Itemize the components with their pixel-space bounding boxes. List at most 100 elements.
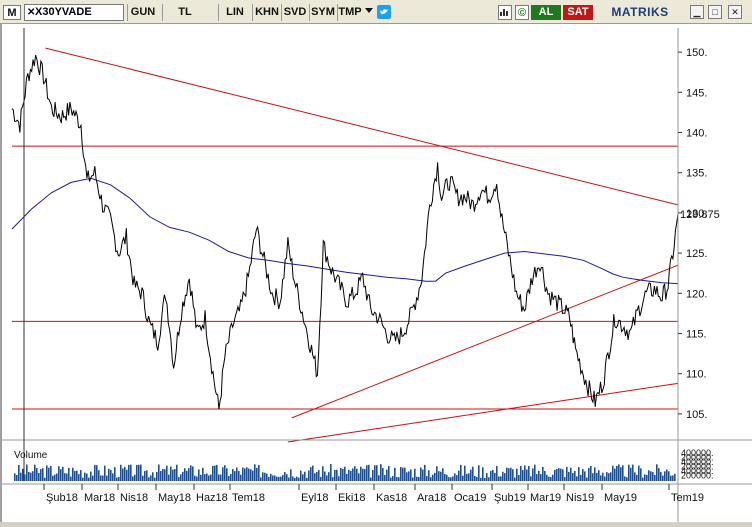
symbol-field[interactable]: ✕ X30YVADE	[24, 4, 124, 21]
volume-bar	[50, 465, 52, 481]
volume-bar	[232, 469, 234, 481]
period-button[interactable]: GUN	[128, 5, 158, 20]
volume-bar	[386, 469, 388, 481]
volume-bar	[354, 466, 356, 481]
volume-bar	[464, 465, 466, 481]
volume-bar	[210, 474, 212, 481]
volume-bar	[278, 476, 280, 481]
volume-bar	[56, 473, 58, 481]
volume-bar	[152, 472, 154, 481]
twitter-icon[interactable]	[376, 5, 392, 20]
volume-bar	[382, 467, 384, 481]
volume-bar	[80, 470, 82, 481]
volume-bar	[18, 464, 20, 481]
volume-bar	[170, 466, 172, 481]
volume-bar	[642, 477, 644, 481]
volume-bar	[618, 464, 620, 481]
tmp-button[interactable]: TMP	[337, 5, 363, 20]
svd-button[interactable]: SVD	[282, 5, 308, 20]
volume-bar	[444, 474, 446, 481]
dropdown-arrow-icon[interactable]	[363, 5, 375, 20]
volume-bar	[300, 470, 302, 481]
volume-bar	[112, 473, 114, 481]
volume-bar	[230, 474, 232, 481]
chart-type-icon[interactable]	[498, 5, 512, 20]
volume-bar	[660, 472, 662, 481]
volume-bar	[340, 467, 342, 481]
volume-bar	[546, 474, 548, 481]
close-window-icon[interactable]: ✕	[728, 5, 742, 19]
volume-bar	[364, 469, 366, 481]
volume-bar	[242, 467, 244, 481]
volume-bar	[516, 468, 518, 481]
volume-bar	[622, 465, 624, 481]
volume-bar	[380, 464, 382, 481]
volume-bar	[398, 477, 400, 481]
menu-m-button[interactable]: M	[3, 5, 21, 20]
volume-bar	[234, 471, 236, 481]
volume-bar	[570, 467, 572, 481]
volume-bar	[102, 475, 104, 481]
sym-button[interactable]: SYM	[310, 5, 336, 20]
volume-bar	[134, 474, 136, 481]
volume-bar	[452, 476, 454, 481]
volume-bar	[218, 474, 220, 481]
volume-bar	[418, 477, 420, 481]
maximize-icon[interactable]: □	[708, 5, 722, 19]
volume-bar	[78, 474, 80, 481]
volume-bar	[268, 476, 270, 481]
chart-toolbar: M ✕ X30YVADE GUN TL LIN KHN SVD SYM TMP …	[0, 0, 752, 24]
volume-bar	[166, 465, 168, 481]
volume-bar	[28, 471, 30, 481]
volume-bar	[608, 473, 610, 481]
volume-bar	[38, 472, 40, 481]
volume-bar	[32, 471, 34, 481]
volume-bar	[586, 477, 588, 481]
volume-bar	[124, 466, 126, 481]
sell-button[interactable]: SAT	[563, 5, 593, 20]
volume-bar	[366, 465, 368, 481]
volume-bar	[294, 477, 296, 481]
minimize-icon[interactable]: ▁	[690, 5, 704, 19]
volume-bar	[460, 464, 462, 481]
volume-bar	[138, 464, 140, 481]
currency-button[interactable]: TL	[175, 5, 195, 20]
volume-bar	[270, 473, 272, 481]
volume-bar	[430, 477, 432, 481]
volume-bar	[534, 464, 536, 481]
volume-bar	[348, 469, 350, 481]
volume-bar	[446, 474, 448, 481]
volume-bar	[252, 470, 254, 481]
volume-bar	[454, 473, 456, 481]
volume-bar	[560, 468, 562, 481]
khn-button[interactable]: KHN	[254, 5, 280, 20]
volume-bar	[632, 464, 634, 481]
volume-bar	[156, 472, 158, 481]
refresh-icon[interactable]: ©	[515, 5, 529, 20]
chart-area[interactable]: 150. 145. 140. 135. 130. 125. 120. 115. 110. 105.…	[0, 24, 752, 522]
volume-bar	[132, 476, 134, 481]
volume-bar	[456, 475, 458, 481]
volume-bar	[664, 471, 666, 481]
volume-bar	[240, 474, 242, 481]
volume-bar	[492, 469, 494, 481]
volume-bar	[672, 475, 674, 481]
volume-bar	[256, 467, 258, 481]
volume-bar	[24, 474, 26, 481]
buy-button[interactable]: AL	[531, 5, 561, 20]
price-tick-label: 105.	[686, 409, 707, 421]
volume-bar	[580, 474, 582, 481]
volume-bar	[438, 471, 440, 481]
volume-bar	[524, 465, 526, 481]
volume-bar	[36, 467, 38, 481]
scale-button[interactable]: LIN	[221, 5, 249, 20]
volume-bar	[266, 473, 268, 481]
volume-bar	[556, 469, 558, 481]
volume-bar	[652, 472, 654, 481]
volume-bar	[572, 473, 574, 481]
price-chart[interactable]: 150.145.140.135.130.125.120.115.110.105.…	[2, 24, 752, 522]
close-icon[interactable]: ✕	[27, 5, 35, 20]
volume-bar	[100, 475, 102, 481]
volume-bar	[360, 466, 362, 481]
volume-bar	[276, 476, 278, 481]
